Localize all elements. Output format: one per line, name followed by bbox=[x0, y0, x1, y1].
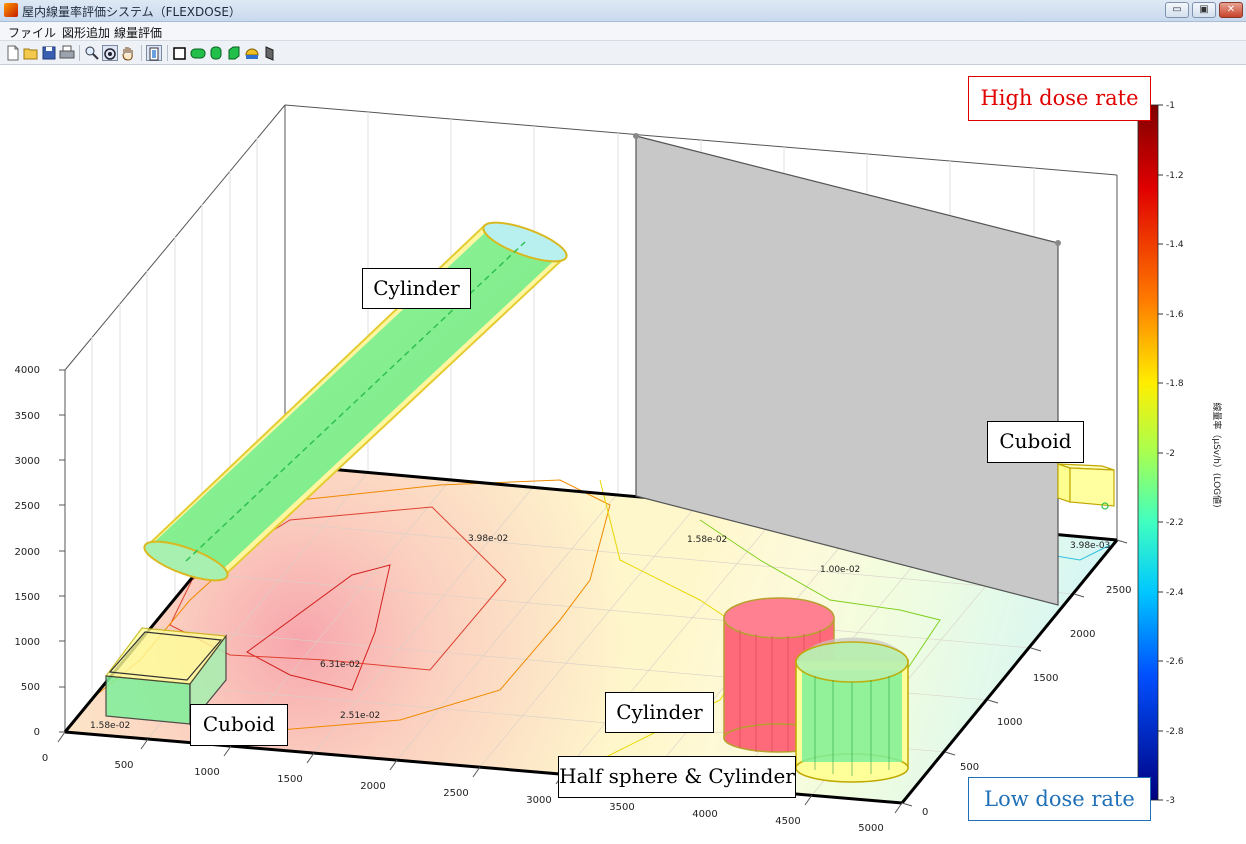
open-folder-icon[interactable] bbox=[23, 45, 39, 61]
high-dose-label: High dose rate bbox=[968, 76, 1151, 121]
title-bar: 屋内線量率評価システム（FLEXDOSE） ▭ ▣ ✕ bbox=[0, 0, 1246, 22]
close-button[interactable]: ✕ bbox=[1219, 2, 1243, 18]
z-tick: 3500 bbox=[15, 411, 40, 422]
z-tick: 1000 bbox=[15, 637, 40, 648]
colorbar-tick: -3 bbox=[1166, 796, 1175, 806]
x-tick: 3000 bbox=[526, 795, 551, 806]
z-tick: 2000 bbox=[15, 547, 40, 558]
zoom-icon[interactable] bbox=[84, 45, 100, 61]
z-tick: 500 bbox=[21, 682, 40, 693]
colorbar-tick: -2 bbox=[1166, 449, 1175, 459]
x-tick: 2500 bbox=[443, 788, 468, 799]
z-tick: 1500 bbox=[15, 592, 40, 603]
contour-label: 3.98e-03 bbox=[1070, 541, 1110, 551]
window-title: 屋内線量率評価システム（FLEXDOSE） bbox=[22, 5, 241, 19]
menu-file[interactable]: ファイル bbox=[8, 24, 56, 41]
colorbar-tick: -2.2 bbox=[1166, 518, 1184, 528]
x-tick: 0 bbox=[42, 753, 48, 764]
cylinder-annotation: Cylinder bbox=[362, 268, 471, 309]
add-cuboid-icon[interactable] bbox=[172, 45, 188, 61]
y-tick: 2500 bbox=[1106, 585, 1131, 596]
app-icon bbox=[4, 3, 18, 17]
cuboid-annotation: Cuboid bbox=[987, 421, 1084, 463]
print-icon[interactable] bbox=[59, 45, 75, 61]
low-dose-label: Low dose rate bbox=[968, 777, 1151, 821]
colorbar-tick: -1.6 bbox=[1166, 310, 1184, 320]
menu-bar: ファイル 図形追加 線量評価 bbox=[0, 22, 1246, 41]
contour-label: 3.98e-02 bbox=[468, 534, 508, 544]
add-cylinder-vertical-icon[interactable] bbox=[226, 45, 242, 61]
x-tick: 1500 bbox=[277, 774, 302, 785]
menu-add-shape[interactable]: 図形追加 bbox=[62, 24, 110, 41]
add-half-sphere-icon[interactable] bbox=[244, 45, 260, 61]
toolbar bbox=[0, 41, 1246, 65]
maximize-button[interactable]: ▣ bbox=[1192, 2, 1216, 18]
x-tick: 4000 bbox=[692, 809, 717, 820]
new-file-icon[interactable] bbox=[5, 45, 21, 61]
y-tick: 0 bbox=[922, 807, 928, 818]
z-tick: 0 bbox=[34, 727, 40, 738]
add-cylinder-alt-icon[interactable] bbox=[208, 45, 224, 61]
contour-label: 1.00e-02 bbox=[820, 565, 860, 575]
minimize-button[interactable]: ▭ bbox=[1165, 2, 1189, 18]
colorbar-tick: -1.4 bbox=[1166, 240, 1184, 250]
x-tick: 500 bbox=[114, 760, 133, 771]
right-cuboid-shape bbox=[1057, 463, 1115, 510]
colorbar-tick: -2.4 bbox=[1166, 588, 1184, 598]
z-tick: 4000 bbox=[15, 365, 40, 376]
save-icon[interactable] bbox=[41, 45, 57, 61]
contour-label: 6.31e-02 bbox=[320, 660, 360, 670]
legend-toggle-icon[interactable] bbox=[146, 45, 162, 61]
add-wall-icon[interactable] bbox=[262, 45, 278, 61]
rotate-3d-icon[interactable] bbox=[102, 45, 118, 61]
y-tick: 2000 bbox=[1070, 629, 1095, 640]
colorbar-tick: -1.8 bbox=[1166, 379, 1184, 389]
y-tick: 500 bbox=[960, 762, 979, 773]
colorbar-tick: -2.6 bbox=[1166, 657, 1184, 667]
x-tick: 5000 bbox=[858, 823, 883, 834]
x-tick: 4500 bbox=[775, 816, 800, 827]
colorbar-label: 線量率（μSv/h）(LOG値) bbox=[1211, 402, 1223, 507]
x-tick: 3500 bbox=[609, 802, 634, 813]
colorbar bbox=[1137, 104, 1159, 801]
half-sphere-cylinder-shape bbox=[795, 637, 909, 783]
z-tick: 2500 bbox=[15, 501, 40, 512]
contour-label: 1.58e-02 bbox=[90, 721, 130, 731]
colorbar-tick: -2.8 bbox=[1166, 727, 1184, 737]
z-tick: 3000 bbox=[15, 456, 40, 467]
contour-label: 1.58e-02 bbox=[687, 535, 727, 545]
cylinder-annotation: Cylinder bbox=[605, 692, 714, 733]
add-cylinder-icon[interactable] bbox=[190, 45, 206, 61]
colorbar-tick: -1 bbox=[1166, 101, 1175, 111]
contour-label: 2.51e-02 bbox=[340, 711, 380, 721]
pan-hand-icon[interactable] bbox=[120, 45, 136, 61]
menu-dose-eval[interactable]: 線量評価 bbox=[114, 24, 162, 41]
x-tick: 1000 bbox=[194, 767, 219, 778]
cuboid-annotation: Cuboid bbox=[190, 704, 288, 746]
x-tick: 2000 bbox=[360, 781, 385, 792]
half-sphere-cylinder-annotation: Half sphere & Cylinder bbox=[558, 756, 796, 798]
y-tick: 1500 bbox=[1033, 673, 1058, 684]
y-tick: 1000 bbox=[997, 717, 1022, 728]
colorbar-tick: -1.2 bbox=[1166, 171, 1184, 181]
